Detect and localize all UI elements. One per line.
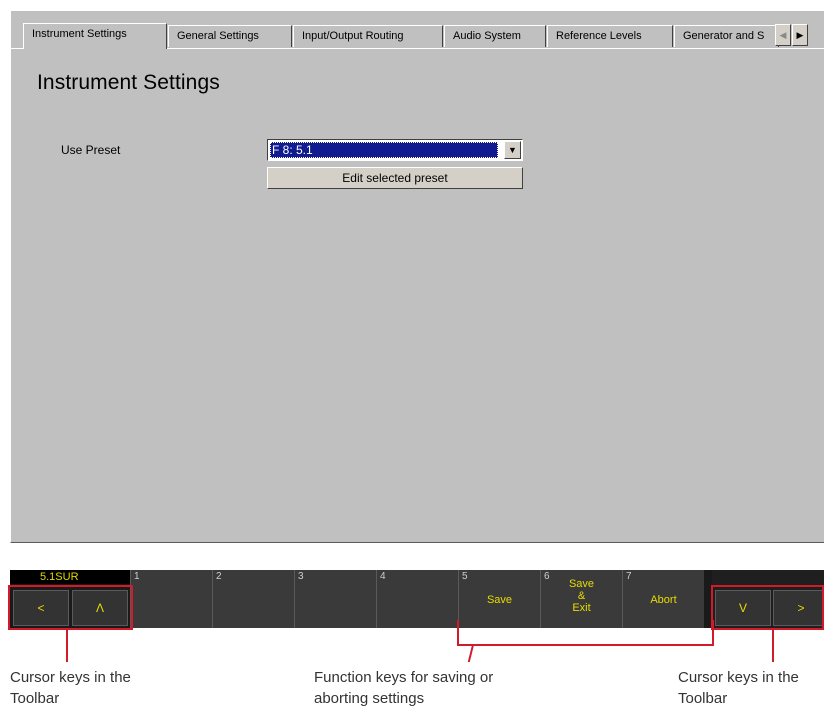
preset-select[interactable]: F 8: 5.1 ▼ <box>267 139 523 161</box>
save-exit-label-line3: Exit <box>572 602 591 614</box>
preset-select-value: F 8: 5.1 <box>270 142 498 158</box>
preset-badge: 5.1SUR <box>10 570 130 584</box>
use-preset-label: Use Preset <box>61 143 121 157</box>
fkey-number: 3 <box>298 571 304 582</box>
settings-window: Instrument Settings General Settings Inp… <box>10 10 824 543</box>
left-caption-line2: Toolbar <box>10 690 60 707</box>
middle-annotation-caption: Function keys for saving or aborting set… <box>314 667 493 709</box>
left-cursor-pointer <box>66 630 68 662</box>
fkey-4[interactable]: 4 <box>376 570 458 628</box>
abort-label: Abort <box>650 594 677 606</box>
tab-bar: Instrument Settings General Settings Inp… <box>11 11 824 49</box>
edit-preset-button[interactable]: Edit selected preset <box>267 167 523 189</box>
save-exit-button[interactable]: 6 Save & Exit <box>540 570 622 628</box>
fkeys-bracket-left <box>457 620 459 646</box>
save-button[interactable]: 5 Save <box>458 570 540 628</box>
fkeys-pointer <box>467 644 475 662</box>
fkey-number: 2 <box>216 571 222 582</box>
tab-reference-levels[interactable]: Reference Levels <box>547 25 673 47</box>
middle-caption-line1: Function keys for saving or <box>314 669 494 686</box>
left-annotation-caption: Cursor keys in the Toolbar <box>10 667 131 709</box>
right-caption-line2: Toolbar <box>678 690 728 707</box>
fkeys-bracket-bottom <box>457 644 714 646</box>
fkey-2[interactable]: 2 <box>212 570 294 628</box>
chevron-down-icon[interactable]: ▼ <box>504 141 521 159</box>
tab-audio-system[interactable]: Audio System <box>444 25 546 47</box>
fkey-3[interactable]: 3 <box>294 570 376 628</box>
fkey-number: 1 <box>134 571 140 582</box>
fkey-number: 7 <box>626 571 632 582</box>
scroll-right-icon[interactable]: ▶ <box>792 24 808 46</box>
tab-input-output-routing[interactable]: Input/Output Routing <box>293 25 443 47</box>
left-cursor-highlight <box>8 585 133 630</box>
left-caption-line1: Cursor keys in the <box>10 669 131 686</box>
middle-caption-line2: aborting settings <box>314 690 425 707</box>
page-title: Instrument Settings <box>37 71 220 94</box>
fkey-number: 4 <box>380 571 386 582</box>
fkeys-bracket-right <box>712 620 714 646</box>
right-cursor-highlight <box>711 585 824 630</box>
save-exit-label-line2: & <box>577 590 586 602</box>
fkey-number: 5 <box>462 571 468 582</box>
tab-instrument-settings[interactable]: Instrument Settings <box>23 23 167 49</box>
tab-general-settings[interactable]: General Settings <box>168 25 292 47</box>
right-cursor-pointer <box>772 630 774 662</box>
right-caption-line1: Cursor keys in the <box>678 669 799 686</box>
right-annotation-caption: Cursor keys in the Toolbar <box>678 667 824 709</box>
abort-button[interactable]: 7 Abort <box>622 570 704 628</box>
save-exit-label-line1: Save <box>568 578 595 590</box>
save-label: Save <box>486 594 513 606</box>
fkey-1[interactable]: 1 <box>130 570 212 628</box>
tab-generator[interactable]: Generator and S <box>674 25 779 47</box>
scroll-left-icon[interactable]: ◀ <box>775 24 791 46</box>
